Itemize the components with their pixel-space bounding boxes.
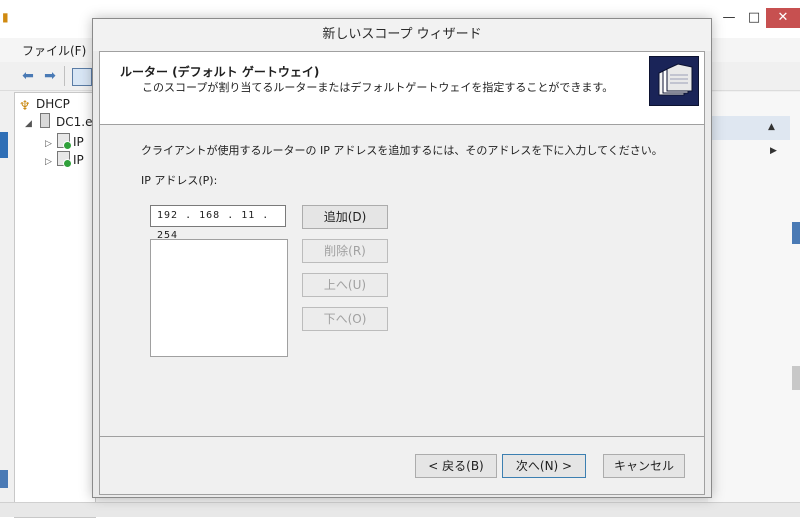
tree-item-server[interactable]: ◢ DC1.e [25, 113, 92, 131]
scope-icon [57, 151, 72, 168]
move-up-button[interactable]: 上へ(U) [302, 273, 388, 297]
close-icon[interactable]: ✕ [766, 8, 800, 28]
status-bar [0, 502, 800, 517]
wizard-body: クライアントが使用するルーターの IP アドレスを追加するには、そのアドレスを下… [100, 125, 704, 445]
dhcp-icon: ♆ [19, 99, 31, 114]
tree-item-dhcp[interactable]: ♆ DHCP [19, 95, 70, 114]
submenu-arrow-icon[interactable]: ▶ [770, 146, 777, 156]
dialog-title: 新しいスコープ ウィザード [93, 19, 711, 51]
tree-item-scope-2[interactable]: ▷ IP [45, 151, 84, 169]
back-button[interactable]: < 戻る(B) [415, 454, 497, 478]
tree-item-scope-1[interactable]: ▷ IP [45, 133, 84, 151]
collapse-icon[interactable]: ◢ [25, 115, 37, 133]
actions-pane [708, 92, 800, 516]
console-tree: ♆ DHCP ◢ DC1.e ▷ IP ▷ IP [14, 92, 96, 518]
add-button[interactable]: 追加(D) [302, 205, 388, 229]
remove-button[interactable]: 削除(R) [302, 239, 388, 263]
right-scroll-strip [792, 366, 800, 390]
left-accent-strip-bottom [0, 470, 8, 488]
footer-divider [100, 436, 704, 437]
server-icon [40, 113, 50, 128]
router-address-list[interactable] [150, 239, 288, 357]
wizard-page-subtitle: このスコープが割り当てるルーターまたはデフォルトゲートウェイを指定することができ… [142, 81, 614, 94]
new-scope-wizard-dialog: 新しいスコープ ウィザード ルーター (デフォルト ゲートウェイ) このスコープ… [92, 18, 712, 498]
ip-address-input[interactable]: 192 . 168 . 11 . 254 [150, 205, 286, 241]
instruction-text: クライアントが使用するルーターの IP アドレスを追加するには、そのアドレスを下… [141, 144, 663, 157]
toolbar-separator [64, 66, 65, 86]
app-icon: ▮ [2, 10, 9, 24]
show-hide-console-tree-icon[interactable] [72, 68, 92, 86]
collapse-up-icon[interactable]: ▲ [768, 122, 775, 132]
wizard-header: ルーター (デフォルト ゲートウェイ) このスコープが割り当てるルーターまたはデ… [100, 52, 704, 125]
back-arrow-icon[interactable]: ⬅ [18, 67, 38, 85]
wizard-frame: ルーター (デフォルト ゲートウェイ) このスコープが割り当てるルーターまたはデ… [99, 51, 705, 495]
next-button[interactable]: 次へ(N) > [502, 454, 586, 478]
cancel-button[interactable]: キャンセル [603, 454, 685, 478]
maximize-icon[interactable]: □ [742, 8, 766, 28]
expand-icon[interactable]: ▷ [45, 153, 57, 171]
scope-icon [57, 133, 72, 150]
wizard-folder-icon [649, 56, 699, 106]
forward-arrow-icon[interactable]: ➡ [40, 67, 60, 85]
menu-file[interactable]: ファイル(F) [22, 42, 86, 59]
left-accent-strip [0, 132, 8, 158]
minimize-icon[interactable]: — [714, 8, 744, 28]
move-down-button[interactable]: 下へ(O) [302, 307, 388, 331]
right-accent-strip [792, 222, 800, 244]
ip-address-label: IP アドレス(P): [141, 174, 218, 187]
actions-header[interactable] [708, 116, 790, 140]
wizard-page-title: ルーター (デフォルト ゲートウェイ) [120, 65, 320, 79]
